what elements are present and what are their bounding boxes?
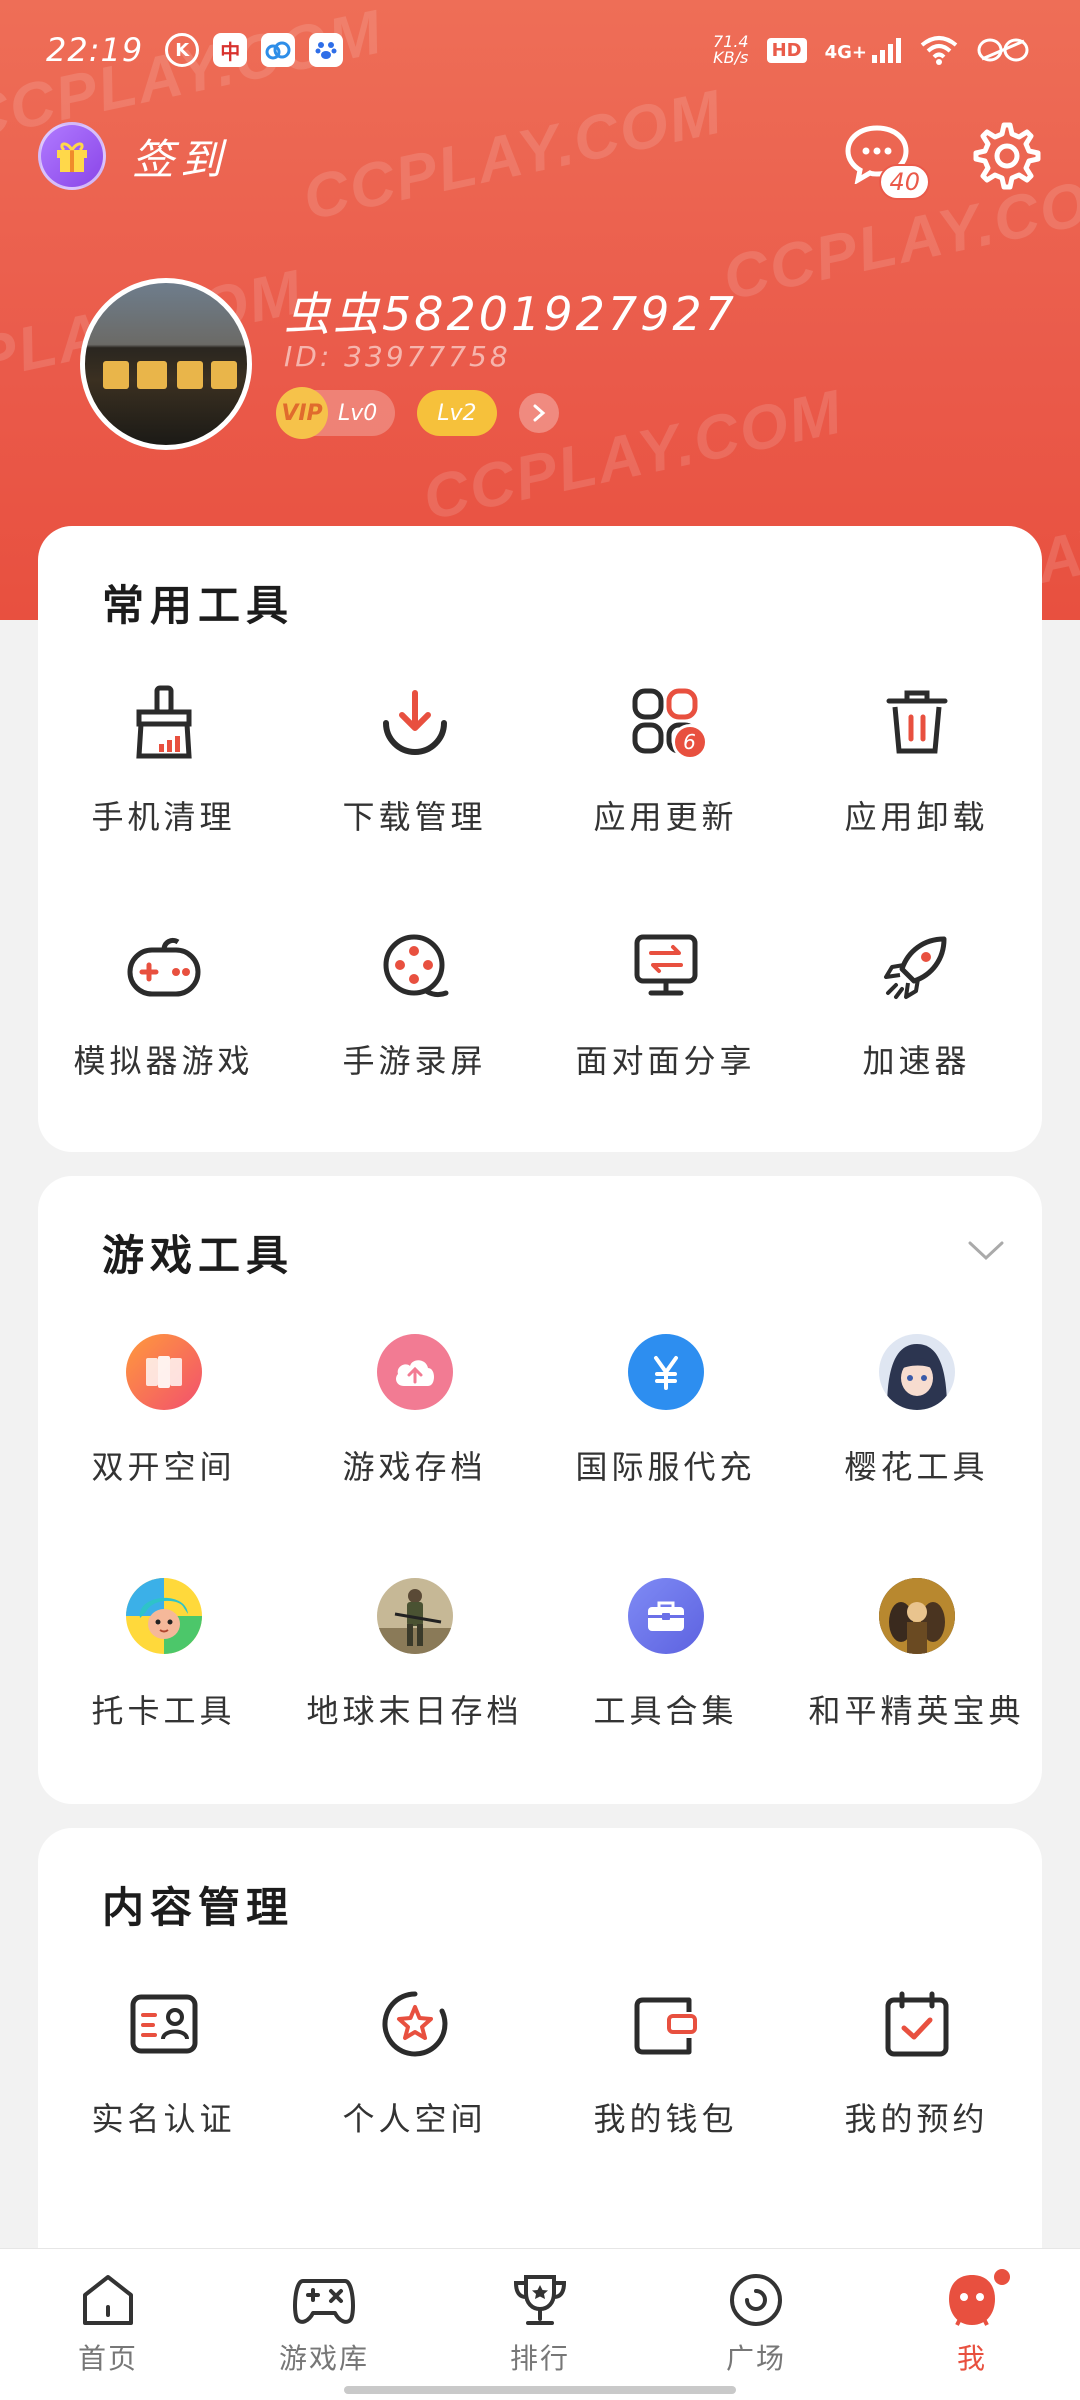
vip-level: Lv0 bbox=[338, 400, 378, 426]
dual-space-icon bbox=[125, 1334, 202, 1410]
calendar-check-icon bbox=[875, 1982, 959, 2066]
tool-personal-space[interactable]: 个人空间 bbox=[289, 1956, 540, 2200]
username: 虫虫58201927927 bbox=[284, 287, 737, 341]
tool-wallet[interactable]: 我的钱包 bbox=[540, 1956, 791, 2200]
app-update-icon: 6 bbox=[624, 680, 708, 764]
vip-badge[interactable]: VIP Lv0 bbox=[276, 387, 396, 439]
vip-icon: VIP bbox=[276, 387, 328, 439]
tool-intl-recharge[interactable]: 国际服代充 bbox=[540, 1304, 791, 1548]
tool-reservations[interactable]: 我的预约 bbox=[791, 1956, 1042, 2200]
nav-plaza[interactable]: 广场 bbox=[648, 2249, 864, 2400]
bank-app-icon: 中 bbox=[213, 33, 248, 67]
wifi-icon bbox=[920, 36, 958, 65]
section-title: 内容管理 bbox=[102, 1883, 295, 1932]
tool-face-to-face-share[interactable]: 面对面分享 bbox=[540, 898, 791, 1142]
settings-gear-icon[interactable] bbox=[972, 121, 1042, 191]
plaza-icon bbox=[730, 2274, 782, 2326]
message-count-badge: 40 bbox=[879, 164, 930, 200]
cloud-upload-icon bbox=[376, 1334, 453, 1410]
toolbox-icon bbox=[627, 1578, 704, 1654]
toca-avatar-icon bbox=[125, 1578, 202, 1654]
chevron-down-icon[interactable] bbox=[968, 1240, 1004, 1262]
tool-accelerator[interactable]: 加速器 bbox=[791, 898, 1042, 1142]
broom-icon bbox=[122, 680, 206, 764]
notification-dot bbox=[994, 2269, 1010, 2285]
tool-sakura[interactable]: 樱花工具 bbox=[791, 1304, 1042, 1548]
signal-indicator: 4G+ bbox=[825, 37, 902, 63]
tool-dual-space[interactable]: 双开空间 bbox=[38, 1304, 289, 1548]
profile-arrow-button[interactable] bbox=[518, 393, 559, 433]
tool-download-manager[interactable]: 下载管理 bbox=[289, 654, 540, 898]
chevron-right-icon bbox=[533, 404, 545, 422]
section-title: 常用工具 bbox=[102, 581, 295, 630]
tool-real-name-auth[interactable]: 实名认证 bbox=[38, 1956, 289, 2200]
soldier-avatar-icon bbox=[376, 1578, 453, 1654]
star-circle-icon bbox=[373, 1982, 457, 2066]
tool-phone-clean[interactable]: 手机清理 bbox=[38, 654, 289, 898]
status-bar: 22:19 K 中 71.4 KB/s HD 4G+ bbox=[0, 0, 1080, 100]
trophy-icon bbox=[513, 2275, 567, 2325]
film-reel-icon bbox=[373, 924, 457, 1008]
nav-me[interactable]: 我 bbox=[864, 2249, 1080, 2400]
game-tools-card: 游戏工具 双开空间 游戏存档 国际服代充 樱花工具 托卡工具 地球末日存档 工具… bbox=[38, 1176, 1042, 1804]
home-indicator[interactable] bbox=[344, 2386, 736, 2394]
nav-game-library[interactable]: 游戏库 bbox=[216, 2249, 432, 2400]
battery-icon bbox=[977, 38, 1029, 62]
level-badges: VIP Lv0 Lv2 bbox=[276, 387, 559, 439]
section-title: 游戏工具 bbox=[102, 1231, 295, 1280]
me-icon bbox=[949, 2275, 995, 2326]
gift-icon[interactable] bbox=[38, 122, 106, 190]
update-count-badge: 6 bbox=[671, 724, 708, 760]
tool-doomsday-save[interactable]: 地球末日存档 bbox=[289, 1548, 540, 1792]
tool-screen-record[interactable]: 手游录屏 bbox=[289, 898, 540, 1142]
user-avatar[interactable] bbox=[80, 278, 252, 450]
tool-toolbox[interactable]: 工具合集 bbox=[540, 1548, 791, 1792]
tool-app-uninstall[interactable]: 应用卸载 bbox=[791, 654, 1042, 898]
common-tools-card: 常用工具 手机清理 下载管理 6 应用更新 应用卸载 模拟器游戏 手游录屏 面对… bbox=[38, 526, 1042, 1152]
game-library-icon bbox=[293, 2279, 355, 2324]
status-time: 22:19 bbox=[46, 31, 144, 69]
nav-ranking[interactable]: 排行 bbox=[432, 2249, 648, 2400]
cloud-app-icon bbox=[261, 33, 296, 67]
wallet-icon bbox=[624, 1982, 708, 2066]
download-icon bbox=[373, 680, 457, 764]
signal-icon bbox=[872, 38, 901, 63]
home-icon bbox=[83, 2275, 133, 2325]
content-management-card: 内容管理 实名认证 个人空间 我的钱包 我的预约 bbox=[38, 1828, 1042, 2308]
tool-app-update[interactable]: 6 应用更新 bbox=[540, 654, 791, 898]
rocket-icon bbox=[875, 924, 959, 1008]
tool-toca[interactable]: 托卡工具 bbox=[38, 1548, 289, 1792]
tool-emulator-games[interactable]: 模拟器游戏 bbox=[38, 898, 289, 1142]
top-bar: 签到 40 bbox=[38, 118, 1042, 200]
anime-girl-avatar-icon bbox=[878, 1334, 955, 1410]
user-id: ID: 33977758 bbox=[284, 340, 511, 373]
id-card-icon bbox=[122, 1982, 206, 2066]
messages-button[interactable]: 40 bbox=[844, 124, 930, 200]
user-level-badge[interactable]: Lv2 bbox=[417, 390, 497, 436]
pubg-avatar-icon bbox=[878, 1578, 955, 1654]
network-speed: 71.4 KB/s bbox=[712, 32, 749, 67]
share-screen-icon bbox=[624, 924, 708, 1008]
tool-game-save[interactable]: 游戏存档 bbox=[289, 1304, 540, 1548]
notification-icons: K 中 bbox=[165, 33, 344, 67]
tool-peace-elite-guide[interactable]: 和平精英宝典 bbox=[791, 1548, 1042, 1792]
paw-app-icon bbox=[309, 33, 344, 67]
nav-home[interactable]: 首页 bbox=[0, 2249, 216, 2400]
trash-icon bbox=[875, 680, 959, 764]
k-app-icon: K bbox=[165, 33, 200, 67]
hd-badge: HD bbox=[766, 37, 807, 63]
gamepad-icon bbox=[122, 924, 206, 1008]
bottom-navigation: 首页 游戏库 排行 广场 我 bbox=[0, 2248, 1080, 2400]
yen-icon bbox=[627, 1334, 704, 1410]
signin-button[interactable]: 签到 bbox=[132, 126, 228, 187]
